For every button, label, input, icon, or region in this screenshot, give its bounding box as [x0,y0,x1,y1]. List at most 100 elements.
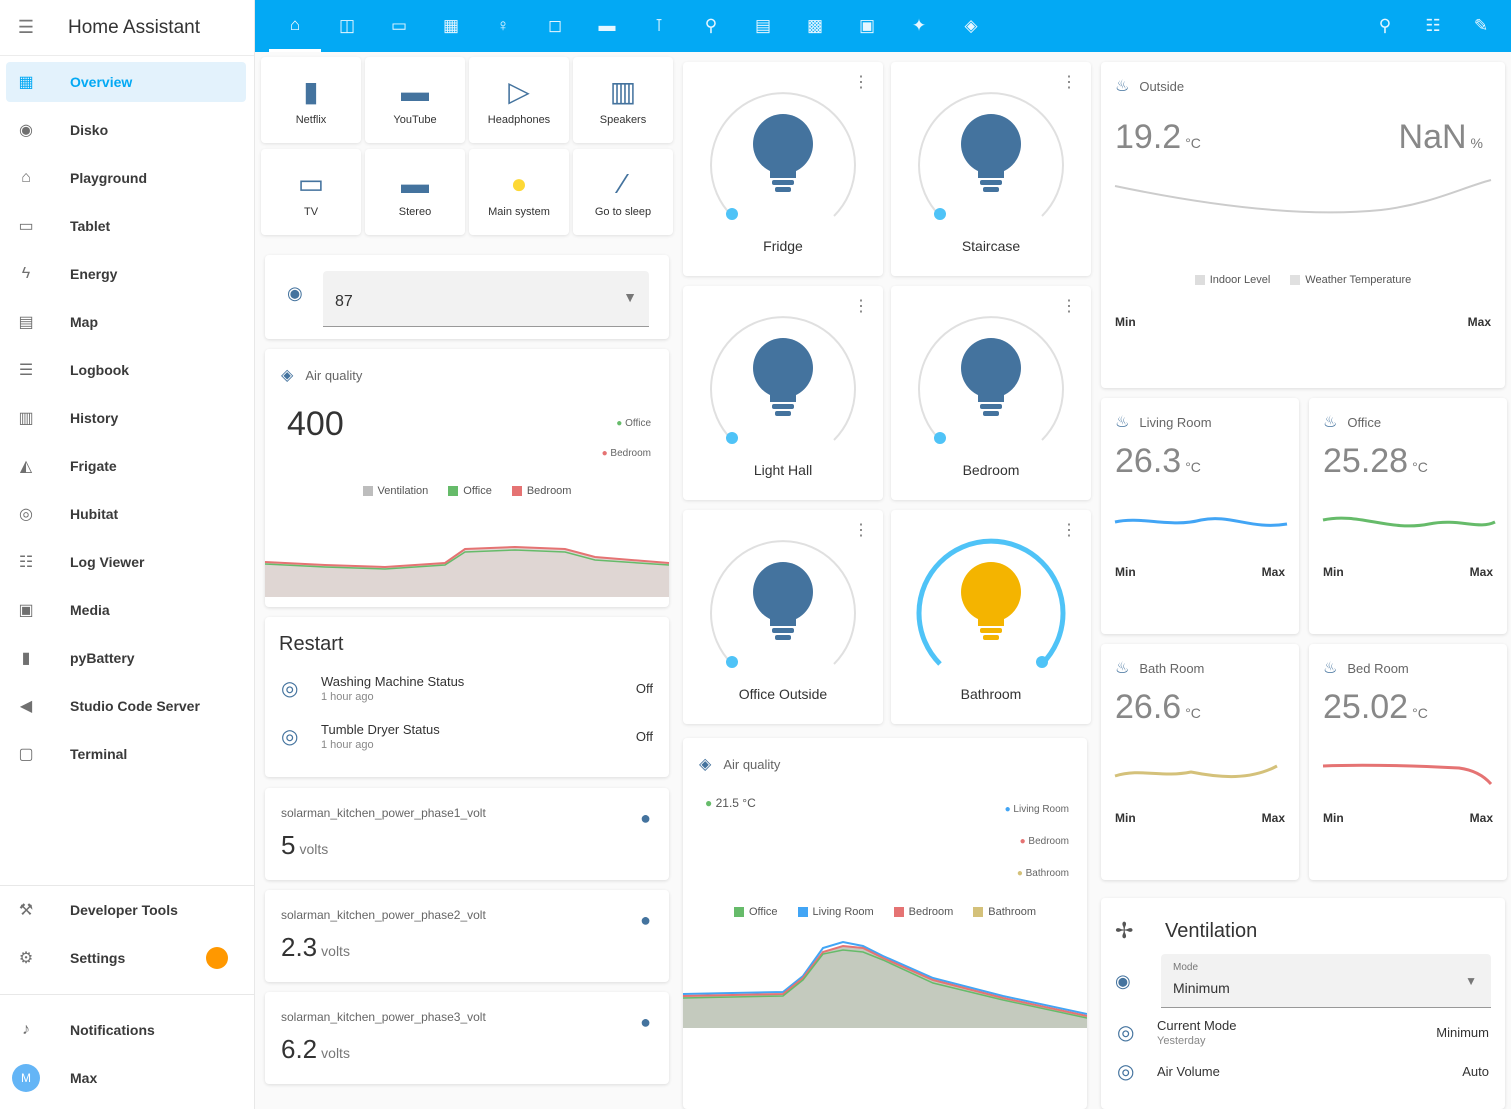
brightness-dial[interactable] [698,300,868,460]
assist-icon: ☷ [1425,16,1441,35]
search-button[interactable]: ⚲ [1361,0,1409,52]
garage-icon: ▬ [598,16,616,35]
netflix-icon: ▮ [303,75,319,107]
sidebar-item-developer-tools[interactable]: ⚒ Developer Tools [6,890,246,930]
more-info-icon[interactable]: ⋮ [1061,520,1077,540]
tab-sofa[interactable]: ◫ [321,0,373,52]
entity-row-current-mode[interactable]: ◎ Current Mode Yesterday Minimum [1101,1008,1505,1056]
sidebar-item-hubitat[interactable]: ◎ Hubitat [6,494,246,534]
brightness-dial[interactable] [906,300,1076,460]
edit-button[interactable]: ✎ [1457,0,1505,52]
light-card-office-outside[interactable]: ⋮ Office Outside [683,510,883,724]
tab-plug[interactable]: ✦ [893,0,945,52]
sidebar-item-notifications[interactable]: ♪ Notifications [6,1010,246,1050]
sidebar-item-media[interactable]: ▣ Media [6,590,246,630]
button-tv[interactable]: ▭ TV [261,149,361,235]
tab-kitchen[interactable]: ▦ [425,0,477,52]
tab-tv[interactable]: ▣ [841,0,893,52]
sidebar-item-terminal[interactable]: ▢ Terminal [6,734,246,774]
sidebar-item-settings[interactable]: ⚙ Settings [6,938,246,978]
tab-robot[interactable]: ⚲ [685,0,737,52]
sidebar-header: ☰ Home Assistant [0,0,254,56]
sidebar-item-map[interactable]: ▤ Map [6,302,246,342]
thermometer-icon: ♨ [1115,414,1130,431]
more-info-icon[interactable]: ⋮ [853,72,869,92]
graph-legend: Indoor Level Weather Temperature [1101,274,1505,286]
entity-row-air-volume[interactable]: ◎ Air Volume Auto [1101,1056,1505,1086]
thermometer-icon: ♨ [1323,414,1338,431]
power-sensor-card[interactable]: solarman_kitchen_power_phase2_volt 2.3 vol… [265,890,669,982]
tab-bed[interactable]: ▭ [373,0,425,52]
power-sensor-card[interactable]: solarman_kitchen_power_phase3_volt 6.2 vol… [265,992,669,1084]
light-card-light-hall[interactable]: ⋮ Light Hall [683,286,883,500]
button-main-system[interactable]: ● Main system [469,149,569,235]
temperature-graph-card[interactable]: ◈ Air quality ● 21.5 °C ● Living Room ● … [683,738,1087,1109]
youtube-icon: ▬ [401,75,429,107]
button-speakers[interactable]: ▥ Speakers [573,57,673,143]
button-headphones[interactable]: ▷ Headphones [469,57,569,143]
avatar: M [12,1064,40,1092]
sidebar-item-profile[interactable]: M Max [6,1058,246,1098]
light-card-staircase[interactable]: ⋮ Staircase [891,62,1091,276]
brightness-dial[interactable] [698,76,868,236]
menu-icon[interactable]: ☰ [14,16,38,40]
tab-server[interactable]: ▤ [737,0,789,52]
sidebar-item-log-viewer[interactable]: ☷ Log Viewer [6,542,246,582]
light-card-bathroom[interactable]: ⋮ Bathroom [891,510,1091,724]
temperature-sparkline [1322,516,1496,528]
value-select[interactable]: 87 ▼ [323,271,649,327]
button-go-to-sleep[interactable]: ⁄ Go to sleep [573,149,673,235]
sidebar-item-disko[interactable]: ◉ Disko [6,110,246,150]
tab-home[interactable]: ⌂ [269,0,321,52]
restart-title: Restart [279,633,344,655]
sidebar-item-studio-code-server[interactable]: ◀ Studio Code Server [6,686,246,726]
button-netflix[interactable]: ▮ Netflix [261,57,361,143]
power-sensor-card[interactable]: solarman_kitchen_power_phase1_volt 5 volts… [265,788,669,880]
sidebar-item-overview[interactable]: ▦ Overview [6,62,246,102]
outside-sensor-card[interactable]: ♨ Outside 19.2 °C NaN% Indoor Level Weath… [1101,62,1505,388]
tab-shield[interactable]: ◈ [945,0,997,52]
room-sensor-card-office[interactable]: ♨ Office 25.28 °C Min Max [1309,398,1507,634]
room-sensor-card-bath-room[interactable]: ♨ Bath Room 26.6 °C Min Max [1101,644,1299,880]
temperature-sparkline [1114,764,1278,779]
room-sensor-card-living-room[interactable]: ♨ Living Room 26.3 °C Min Max [1101,398,1299,634]
lightbulb-icon [753,338,813,416]
graph-legend: Ventilation Office Bedroom [265,485,669,497]
assist-button[interactable]: ☷ [1409,0,1457,52]
more-info-icon[interactable]: ⋮ [853,520,869,540]
entity-row-dryer[interactable]: ◎ Tumble Dryer Status 1 hour ago Off [265,712,669,760]
tab-window[interactable]: ◻ [529,0,581,52]
sidebar-item-logbook[interactable]: ☰ Logbook [6,350,246,390]
entity-row-washing[interactable]: ◎ Washing Machine Status 1 hour ago Off [265,664,669,712]
room-sensor-card-bed-room[interactable]: ♨ Bed Room 25.02 °C Min Max [1309,644,1507,880]
brightness-dial[interactable] [906,76,1076,236]
tab-thermometer[interactable]: ⊺ [633,0,685,52]
brightness-dial[interactable] [698,524,868,684]
hubitat-icon: ◎ [19,506,33,523]
tab-garage[interactable]: ▬ [581,0,633,52]
light-card-bedroom[interactable]: ⋮ Bedroom [891,286,1091,500]
light-card-fridge[interactable]: ⋮ Fridge [683,62,883,276]
update-badge [206,947,228,969]
more-info-icon[interactable]: ⋮ [853,296,869,316]
air-quality-graph-card[interactable]: ◈ Air quality 400 ● Office ● Bedroom Ven… [265,349,669,607]
sidebar-item-pybattery[interactable]: ▮ pyBattery [6,638,246,678]
temperature-sparkline [683,940,1087,1028]
sidebar-item-history[interactable]: ▥ History [6,398,246,438]
tab-router[interactable]: ▩ [789,0,841,52]
button-youtube[interactable]: ▬ YouTube [365,57,465,143]
sidebar-item-energy[interactable]: ϟ Energy [6,254,246,294]
sidebar-item-playground[interactable]: ⌂ Playground [6,158,246,198]
more-info-icon[interactable]: ⋮ [1061,296,1077,316]
air-icon: ◎ [1117,1060,1135,1083]
sidebar-item-tablet[interactable]: ▭ Tablet [6,206,246,246]
map-icon: ▤ [18,314,34,331]
ventilation-mode-select[interactable]: Mode Minimum ▼ [1161,954,1491,1008]
button-stereo[interactable]: ▬ Stereo [365,149,465,235]
lightbulb-icon [753,114,813,192]
kitchen-icon: ▦ [442,16,460,35]
more-info-icon[interactable]: ⋮ [1061,72,1077,92]
sidebar-item-frigate[interactable]: ◭ Frigate [6,446,246,486]
tab-lightbulb[interactable]: ♀ [477,0,529,52]
brightness-dial[interactable] [906,524,1076,684]
